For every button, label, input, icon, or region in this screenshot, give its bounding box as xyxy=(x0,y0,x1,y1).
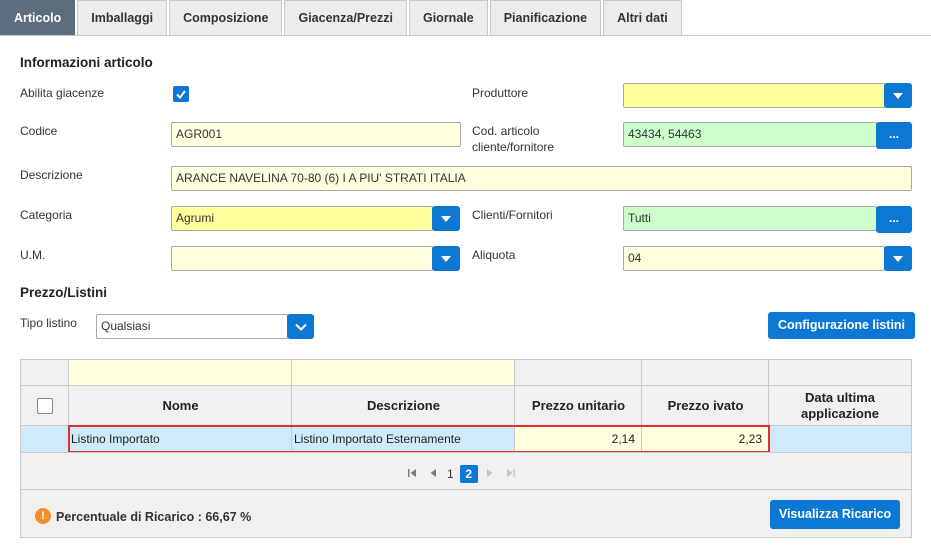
header-data-line2: applicazione xyxy=(800,406,880,421)
label-cod-articolo: Cod. articolo cliente/fornitore xyxy=(472,123,554,155)
label-um: U.M. xyxy=(20,248,46,262)
tipo-listino-select[interactable]: Qualsiasi xyxy=(96,314,288,339)
clienti-fornitori-field[interactable]: Tutti xyxy=(623,206,877,231)
header-nome: Nome xyxy=(162,398,199,413)
header-data-cell[interactable]: Data ultima applicazione xyxy=(769,386,911,426)
descrizione-input[interactable]: ARANCE NAVELINA 70-80 (6) I A PIU' STRAT… xyxy=(171,166,912,191)
section-title-prezzo-listini: Prezzo/Listini xyxy=(20,285,108,300)
label-tipo-listino: Tipo listino xyxy=(20,316,77,330)
cod-articolo-browse-button[interactable]: ... xyxy=(876,122,912,149)
tab-giacenza-prezzi[interactable]: Giacenza/Prezzi xyxy=(284,0,407,35)
filter-cell-data xyxy=(769,360,911,386)
pager: 1 2 xyxy=(401,464,522,484)
tab-bar: Articolo Imballaggi Composizione Giacenz… xyxy=(0,0,684,35)
listini-grid: Nome Descrizione Prezzo unitario Prezzo … xyxy=(20,359,912,490)
page-1[interactable]: 1 xyxy=(447,467,454,481)
caret-down-icon xyxy=(893,92,903,99)
caret-down-icon xyxy=(441,215,451,222)
tab-pianificazione[interactable]: Pianificazione xyxy=(489,0,602,35)
header-data-line1: Data ultima xyxy=(804,390,876,405)
ricarico-footer: ! Percentuale di Ricarico : 66,67 % Visu… xyxy=(20,490,912,538)
header-data: Data ultima applicazione xyxy=(769,390,911,422)
select-all-checkbox[interactable] xyxy=(37,398,53,414)
page-2-active[interactable]: 2 xyxy=(459,465,478,483)
header-prezzo-ivato: Prezzo ivato xyxy=(667,398,744,413)
tab-giornale[interactable]: Giornale xyxy=(408,0,488,35)
chevron-down-icon xyxy=(294,323,307,331)
label-descrizione: Descrizione xyxy=(20,168,83,182)
tab-articolo[interactable]: Articolo xyxy=(0,0,76,35)
header-prezzo-unitario-cell[interactable]: Prezzo unitario xyxy=(515,386,642,426)
produttore-dropdown-button[interactable] xyxy=(884,83,912,108)
tab-altri-dati[interactable]: Altri dati xyxy=(603,0,682,35)
um-select[interactable] xyxy=(171,246,433,271)
section-title-informazioni: Informazioni articolo xyxy=(20,55,153,70)
filter-cell-prezzo-ivato xyxy=(642,360,769,386)
abilita-giacenze-checkbox[interactable] xyxy=(173,86,189,102)
grid-row-divider xyxy=(21,452,911,453)
label-abilita-giacenze: Abilita giacenze xyxy=(20,86,105,100)
clienti-fornitori-browse-button[interactable]: ... xyxy=(876,206,912,233)
um-dropdown-button[interactable] xyxy=(432,246,460,271)
label-aliquota: Aliquota xyxy=(472,248,516,262)
cell-nome[interactable]: Listino Importato xyxy=(69,426,292,452)
prev-page-icon[interactable] xyxy=(429,468,437,481)
categoria-select[interactable]: Agrumi xyxy=(171,206,433,231)
label-codice: Codice xyxy=(20,124,58,138)
cod-articolo-field[interactable]: 43434, 54463 xyxy=(623,122,877,147)
caret-down-icon xyxy=(441,255,451,262)
info-icon: ! xyxy=(35,508,51,524)
header-nome-cell[interactable]: Nome xyxy=(69,386,292,426)
tab-composizione[interactable]: Composizione xyxy=(169,0,283,35)
tab-divider xyxy=(0,35,931,36)
codice-input[interactable]: AGR001 xyxy=(171,122,461,147)
row-select-cell[interactable] xyxy=(21,426,69,452)
last-page-icon[interactable] xyxy=(506,468,516,481)
aliquota-select[interactable]: 04 xyxy=(623,246,885,271)
filter-cell-select xyxy=(21,360,69,386)
label-cod-articolo-line1: Cod. articolo xyxy=(472,124,540,138)
cell-prezzo-ivato[interactable]: 2,23 xyxy=(642,426,769,452)
label-categoria: Categoria xyxy=(20,208,73,222)
header-prezzo-unitario: Prezzo unitario xyxy=(531,398,626,413)
percentuale-ricarico-text: Percentuale di Ricarico : 66,67 % xyxy=(56,510,252,524)
caret-down-icon xyxy=(893,255,903,262)
label-produttore: Produttore xyxy=(472,86,529,100)
first-page-icon[interactable] xyxy=(407,468,417,481)
tipo-listino-dropdown-button[interactable] xyxy=(287,314,314,339)
configurazione-listini-button[interactable]: Configurazione listini xyxy=(768,312,915,339)
categoria-dropdown-button[interactable] xyxy=(432,206,460,231)
filter-cell-prezzo-unitario xyxy=(515,360,642,386)
tab-imballaggi[interactable]: Imballaggi xyxy=(77,0,168,35)
check-icon xyxy=(176,90,186,100)
next-page-icon[interactable] xyxy=(486,468,494,481)
produttore-select[interactable] xyxy=(623,83,885,108)
cell-descrizione[interactable]: Listino Importato Esternamente xyxy=(292,426,515,452)
cell-data[interactable] xyxy=(769,426,911,452)
label-cod-articolo-line2: cliente/fornitore xyxy=(472,140,555,154)
header-descrizione: Descrizione xyxy=(367,398,440,413)
cell-prezzo-unitario[interactable]: 2,14 xyxy=(515,426,642,452)
aliquota-dropdown-button[interactable] xyxy=(884,246,912,271)
filter-cell-nome[interactable] xyxy=(69,360,292,386)
header-select-cell xyxy=(21,386,69,426)
label-clienti-fornitori: Clienti/Fornitori xyxy=(472,208,553,222)
filter-cell-descrizione[interactable] xyxy=(292,360,515,386)
header-descrizione-cell[interactable]: Descrizione xyxy=(292,386,515,426)
header-prezzo-ivato-cell[interactable]: Prezzo ivato xyxy=(642,386,769,426)
visualizza-ricarico-button[interactable]: Visualizza Ricarico xyxy=(770,500,900,529)
